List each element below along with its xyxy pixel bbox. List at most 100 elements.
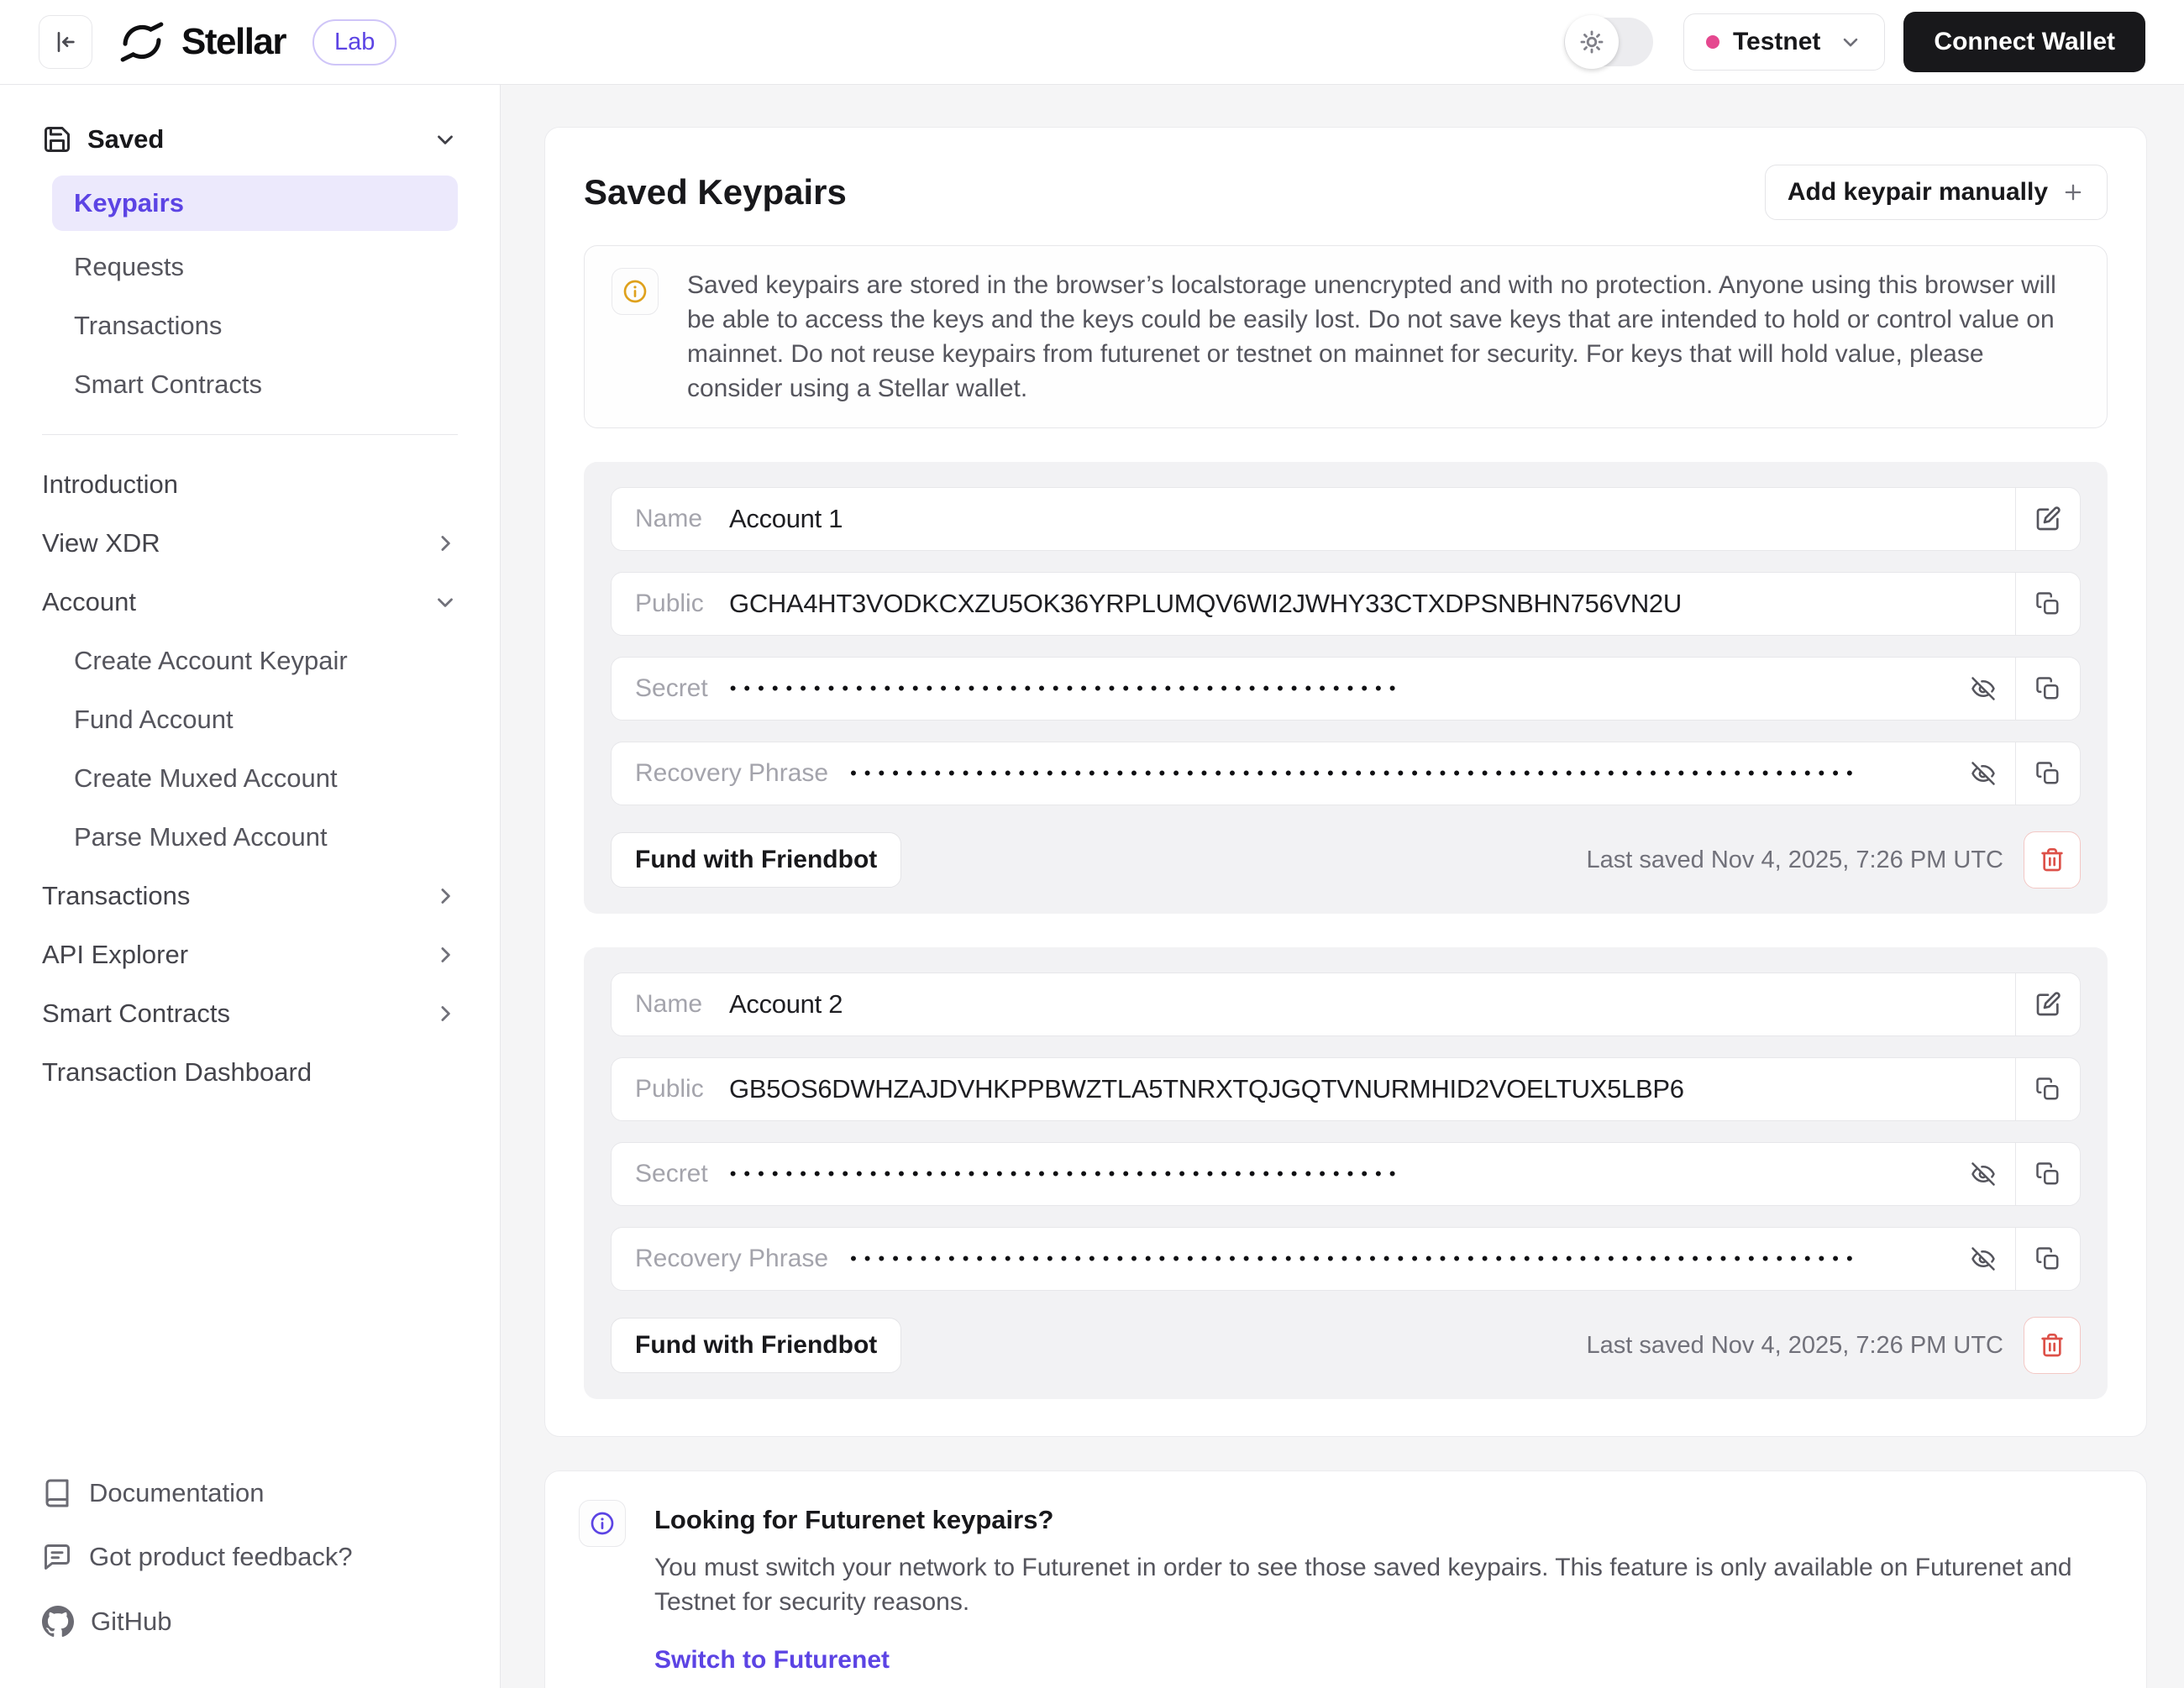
sidebar-section-saved[interactable]: Saved [0,110,500,169]
brand-name: Stellar [181,21,286,63]
secret-label: Secret [635,674,708,703]
sidebar-item-introduction[interactable]: Introduction [0,455,500,514]
sidebar-footer: Documentation Got product feedback? GitH… [0,1461,500,1688]
delete-keypair-button[interactable] [2024,831,2081,889]
chevron-right-icon [433,883,458,909]
warning-icon-box [612,268,659,315]
network-select[interactable]: Testnet [1683,13,1885,71]
info-circle-icon [622,278,648,305]
warning-alert: Saved keypairs are stored in the browser… [584,245,2108,428]
sidebar-item-github[interactable]: GitHub [42,1589,458,1654]
brand-logo[interactable]: Stellar Lab [118,18,396,66]
eye-off-icon [1971,676,1996,701]
sidebar-item-transaction-dashboard[interactable]: Transaction Dashboard [0,1043,500,1102]
info-circle-icon [589,1510,616,1537]
trash-icon [2039,847,2066,873]
fund-with-friendbot-button[interactable]: Fund with Friendbot [611,1318,901,1373]
github-label: GitHub [91,1607,171,1637]
sidebar-item-transactions-saved[interactable]: Transactions [0,296,500,355]
keypair-card-account-2: Name Account 2 Public GB5OS6DWHZAJDVHKPP… [584,947,2108,1399]
main-content: Saved Keypairs Add keypair manually Save… [501,85,2184,1688]
name-field: Name Account 2 [611,972,2081,1036]
copy-icon [2035,761,2061,786]
public-key-value[interactable]: GCHA4HT3VODKCXZU5OK36YRPLUMQV6WI2JWHY33C… [729,589,2015,619]
chat-bubble-icon [42,1542,72,1572]
name-label: Name [635,990,707,1019]
recovery-masked-value: ••••••••••••••••••••••••••••••••••••••••… [850,1248,1950,1270]
sidebar-item-account[interactable]: Account [0,573,500,632]
delete-keypair-button[interactable] [2024,1317,2081,1374]
sidebar-item-smart-contracts[interactable]: Smart Contracts [0,984,500,1043]
eye-off-icon [1971,1246,1996,1271]
app-root: Stellar Lab Testnet Connect Wallet Saved… [0,0,2184,1688]
edit-name-button[interactable] [2016,973,2080,1035]
footer-right: Last saved Nov 4, 2025, 7:26 PM UTC [1587,831,2081,889]
name-value[interactable]: Account 1 [729,504,2015,534]
copy-recovery-button[interactable] [2016,1228,2080,1290]
github-icon [42,1606,74,1638]
toggle-recovery-visibility-button[interactable] [1951,1228,2015,1290]
stellar-logo-icon [118,18,166,66]
field-actions [2015,488,2081,550]
field-actions [2015,973,2081,1035]
futurenet-title: Looking for Futurenet keypairs? [654,1505,2082,1535]
sidebar-transaction-dashboard-label: Transaction Dashboard [42,1057,312,1088]
sidebar-api-explorer-label: API Explorer [42,940,188,970]
edit-name-button[interactable] [2016,488,2080,550]
sidebar-item-smart-contracts-saved[interactable]: Smart Contracts [0,355,500,414]
sidebar-item-parse-muxed-account[interactable]: Parse Muxed Account [0,808,500,867]
sidebar-item-create-account-keypair[interactable]: Create Account Keypair [0,632,500,690]
sidebar-item-api-explorer[interactable]: API Explorer [0,925,500,984]
copy-public-button[interactable] [2016,1058,2080,1120]
edit-icon [2034,506,2061,532]
copy-public-button[interactable] [2016,573,2080,635]
public-key-field: Public GB5OS6DWHZAJDVHKPPBWZTLA5TNRXTQJG… [611,1057,2081,1121]
sidebar-view-xdr-label: View XDR [42,528,160,558]
name-value[interactable]: Account 2 [729,989,2015,1020]
collapse-sidebar-button[interactable] [39,15,92,69]
feedback-label: Got product feedback? [89,1542,353,1572]
copy-secret-button[interactable] [2016,658,2080,720]
toggle-secret-visibility-button[interactable] [1951,1143,2015,1205]
recovery-phrase-field: Recovery Phrase ••••••••••••••••••••••••… [611,742,2081,805]
public-key-value[interactable]: GB5OS6DWHZAJDVHKPPBWZTLA5TNRXTQJGQTVNURM… [729,1074,2015,1104]
copy-icon [2035,1077,2061,1102]
copy-recovery-button[interactable] [2016,742,2080,805]
eye-off-icon [1971,761,1996,786]
sidebar-item-feedback[interactable]: Got product feedback? [42,1525,458,1589]
fund-with-friendbot-button[interactable]: Fund with Friendbot [611,832,901,888]
secret-masked-value: ••••••••••••••••••••••••••••••••••••••••… [730,678,1951,700]
secret-key-field: Secret •••••••••••••••••••••••••••••••••… [611,1142,2081,1206]
copy-secret-button[interactable] [2016,1143,2080,1205]
secret-label: Secret [635,1160,708,1188]
toggle-secret-visibility-button[interactable] [1951,658,2015,720]
switch-to-futurenet-link[interactable]: Switch to Futurenet [654,1646,890,1675]
toggle-recovery-visibility-button[interactable] [1951,742,2015,805]
eye-off-icon [1971,1161,1996,1187]
copy-icon [2035,1246,2061,1271]
book-icon [42,1478,72,1508]
sidebar-item-documentation[interactable]: Documentation [42,1461,458,1525]
public-key-field: Public GCHA4HT3VODKCXZU5OK36YRPLUMQV6WI2… [611,572,2081,636]
sidebar-divider [42,434,458,435]
last-saved-text: Last saved Nov 4, 2025, 7:26 PM UTC [1587,1332,2003,1360]
sidebar-item-create-muxed-account[interactable]: Create Muxed Account [0,749,500,808]
sidebar-item-requests[interactable]: Requests [0,238,500,296]
keypair-card-footer: Fund with Friendbot Last saved Nov 4, 20… [611,1317,2081,1374]
chevron-right-icon [433,531,458,556]
chevron-down-icon [433,590,458,615]
panel-header: Saved Keypairs Add keypair manually [584,165,2108,220]
theme-toggle[interactable] [1564,18,1653,66]
plus-icon [2061,181,2085,204]
field-actions [1951,658,2081,720]
recovery-label: Recovery Phrase [635,759,828,788]
sidebar-item-view-xdr[interactable]: View XDR [0,514,500,573]
sidebar-item-transactions[interactable]: Transactions [0,867,500,925]
connect-wallet-button[interactable]: Connect Wallet [1903,12,2145,72]
sidebar: Saved Keypairs Requests Transactions Sma… [0,85,501,1688]
add-keypair-button[interactable]: Add keypair manually [1765,165,2108,220]
sidebar-item-keypairs[interactable]: Keypairs [52,176,458,231]
secret-key-field: Secret •••••••••••••••••••••••••••••••••… [611,657,2081,721]
sidebar-item-fund-account[interactable]: Fund Account [0,690,500,749]
chevron-down-icon [1839,30,1862,54]
